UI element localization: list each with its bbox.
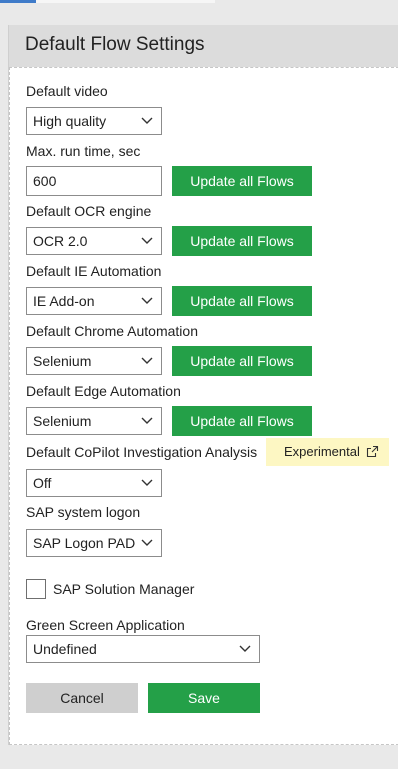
ie-automation-select[interactable]: IE Add-on — [26, 287, 162, 315]
chevron-down-icon — [141, 479, 153, 486]
chevron-down-icon — [141, 357, 153, 364]
copilot-analysis-select[interactable]: Off — [26, 469, 162, 497]
chevron-down-icon — [141, 117, 153, 124]
chrome-automation-value: Selenium — [33, 353, 92, 369]
experimental-badge[interactable]: Experimental — [266, 438, 389, 466]
edge-automation-value: Selenium — [33, 413, 92, 429]
copilot-analysis-label: Default CoPilot Investigation Analysis — [26, 444, 258, 460]
sap-logon-select[interactable]: SAP Logon PAD — [26, 529, 162, 557]
ie-automation-value: IE Add-on — [33, 293, 95, 309]
active-tab-indicator — [0, 0, 36, 3]
ie-automation-label: Default IE Automation — [26, 263, 162, 279]
edge-automation-label: Default Edge Automation — [26, 383, 181, 399]
experimental-badge-label: Experimental — [284, 444, 360, 459]
green-screen-value: Undefined — [33, 641, 97, 657]
max-run-time-label: Max. run time, sec — [26, 143, 141, 159]
settings-panel: Default Flow Settings Default video High… — [8, 25, 398, 745]
panel-header: Default Flow Settings — [9, 25, 398, 67]
chrome-automation-label: Default Chrome Automation — [26, 323, 198, 339]
copilot-analysis-value: Off — [33, 475, 52, 491]
sap-solution-manager-checkbox[interactable] — [26, 579, 46, 599]
cancel-button[interactable]: Cancel — [26, 683, 138, 713]
update-all-flows-button-ie[interactable]: Update all Flows — [172, 286, 312, 316]
sap-logon-label: SAP system logon — [26, 504, 141, 520]
ocr-engine-value: OCR 2.0 — [33, 233, 88, 249]
update-all-flows-button-ocr[interactable]: Update all Flows — [172, 226, 312, 256]
default-video-label: Default video — [26, 83, 108, 99]
update-all-flows-button-chrome[interactable]: Update all Flows — [172, 346, 312, 376]
edge-automation-select[interactable]: Selenium — [26, 407, 162, 435]
update-all-flows-button-run-time[interactable]: Update all Flows — [172, 166, 312, 196]
settings-form: Default video High quality Max. run time… — [9, 67, 398, 745]
update-all-flows-button-edge[interactable]: Update all Flows — [172, 406, 312, 436]
sap-solution-manager-label: SAP Solution Manager — [53, 581, 195, 597]
chevron-down-icon — [141, 417, 153, 424]
chevron-down-icon — [141, 237, 153, 244]
green-screen-select[interactable]: Undefined — [26, 635, 260, 663]
chevron-down-icon — [141, 297, 153, 304]
ocr-engine-select[interactable]: OCR 2.0 — [26, 227, 162, 255]
sap-logon-value: SAP Logon PAD — [33, 535, 136, 551]
save-button[interactable]: Save — [148, 683, 260, 713]
page-title: Default Flow Settings — [25, 34, 205, 55]
default-video-value: High quality — [33, 113, 107, 129]
default-video-select[interactable]: High quality — [26, 107, 162, 135]
chevron-down-icon — [239, 645, 251, 652]
max-run-time-input[interactable] — [26, 166, 162, 196]
external-link-icon — [366, 445, 378, 458]
ocr-engine-label: Default OCR engine — [26, 203, 152, 219]
chevron-down-icon — [141, 539, 153, 546]
chrome-automation-select[interactable]: Selenium — [26, 347, 162, 375]
top-strip — [0, 0, 398, 18]
green-screen-label: Green Screen Application — [26, 617, 185, 633]
